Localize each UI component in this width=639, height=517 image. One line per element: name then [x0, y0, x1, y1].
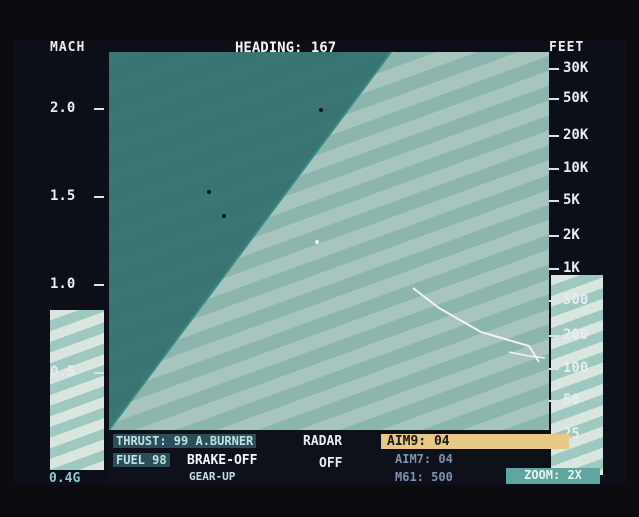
feet-tick-label: 2K	[563, 227, 580, 243]
feet-tick	[549, 68, 559, 70]
feet-tick	[549, 335, 559, 337]
altitude-scale: FEET 30K 50K 20K 10K 5K 2K 1K 500 200 10…	[549, 40, 626, 485]
mach-tick-label-3: 1.0	[50, 276, 76, 292]
feet-tick-label: 1K	[563, 260, 580, 276]
gear-status: GEAR-UP	[189, 470, 236, 483]
mach-bar	[50, 310, 104, 470]
radar-label: RADAR	[303, 434, 343, 449]
mach-scale: MACH 2.0 1.5 1.0 0.5	[14, 40, 109, 485]
feet-tick	[549, 135, 559, 137]
feet-label: FEET	[549, 40, 585, 55]
feet-tick	[549, 168, 559, 170]
feet-tick	[549, 268, 559, 270]
ground-object	[222, 214, 226, 218]
feet-tick-label: 50K	[563, 90, 589, 106]
horizon-overlay	[109, 52, 546, 430]
feet-tick-label: 100	[563, 360, 589, 376]
mach-tick-label-1: 2.0	[50, 100, 76, 116]
brake-status: BRAKE-OFF	[187, 453, 258, 468]
target-track	[412, 287, 540, 363]
mach-tick-2	[94, 196, 104, 198]
mach-tick-3	[94, 284, 104, 286]
status-panel: THRUST: 99 A.BURNER FUEL 98 BRAKE-OFF GE…	[109, 430, 569, 485]
mach-tick-label-2: 1.5	[50, 188, 76, 204]
ground-object	[207, 190, 211, 194]
feet-tick-label: 5K	[563, 192, 580, 208]
feet-tick	[549, 400, 559, 402]
feet-tick-label: 10K	[563, 160, 589, 176]
mach-tick-label-4: 0.5	[50, 364, 76, 380]
ground-object	[319, 108, 323, 112]
weapon-aim7: AIM7: 04	[395, 452, 453, 466]
cockpit-view	[109, 52, 549, 430]
feet-tick	[549, 200, 559, 202]
feet-tick-label: 20K	[563, 127, 589, 143]
weapon-m61: M61: 500	[395, 470, 453, 484]
feet-tick	[549, 300, 559, 302]
mach-tick-1	[94, 108, 104, 110]
mach-tick-4	[94, 372, 104, 374]
weapon-aim9: AIM9: 04	[381, 434, 569, 449]
feet-tick-label: 50	[563, 392, 580, 408]
crosshair-dot	[315, 240, 319, 244]
feet-tick	[549, 235, 559, 237]
horizon-line	[109, 52, 392, 430]
radar-state: OFF	[319, 456, 343, 471]
mach-label: MACH	[50, 40, 86, 55]
feet-tick	[549, 368, 559, 370]
zoom-indicator: ZOOM: 2X	[506, 468, 600, 484]
feet-tick-label: 30K	[563, 60, 589, 76]
feet-tick	[549, 98, 559, 100]
fuel-readout: FUEL 98	[113, 453, 170, 467]
feet-tick-label: 500	[563, 292, 589, 308]
feet-tick-label: 200	[563, 327, 589, 343]
game-screen: MACH 2.0 1.5 1.0 0.5 HEADING: 167 FEET 3…	[14, 40, 626, 485]
thrust-readout: THRUST: 99 A.BURNER	[113, 434, 257, 448]
target-track-2	[508, 351, 546, 359]
g-force-readout: 0.4G	[49, 471, 81, 485]
